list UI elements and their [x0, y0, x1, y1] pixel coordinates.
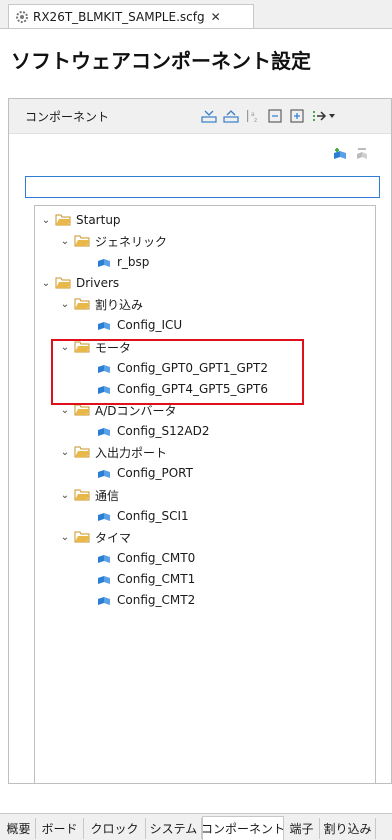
tab-label: クロック	[90, 822, 139, 836]
tree-label: Config_S12AD2	[117, 424, 210, 438]
tab-label: ボード	[41, 822, 78, 836]
chevron-down-icon[interactable]: ⌄	[41, 278, 51, 289]
add-component-icon[interactable]	[332, 147, 348, 161]
tree-label: 入出力ポート	[95, 445, 168, 460]
tab-overview[interactable]: 概要	[2, 818, 36, 839]
component-icon	[98, 470, 110, 478]
tree-folder-interrupt[interactable]: ⌄ 割り込み	[60, 294, 143, 314]
tree-label: Drivers	[76, 276, 120, 290]
tab-components[interactable]: コンポーネント	[201, 816, 286, 840]
tab-label: システム	[149, 822, 198, 836]
tab-system[interactable]: システム	[146, 818, 202, 839]
tree-label: 割り込み	[95, 297, 144, 312]
tree-folder-timer[interactable]: ⌄ タイマ	[60, 527, 131, 547]
editor-tab-bar: RX26T_BLMKIT_SAMPLE.scfg ✕	[0, 0, 392, 29]
search-field[interactable]	[26, 178, 379, 198]
tree-label: Config_SCI1	[117, 509, 189, 523]
folder-icon	[55, 277, 71, 289]
chevron-down-icon[interactable]: ⌄	[60, 532, 70, 543]
tree-folder-comm[interactable]: ⌄ 通信	[60, 485, 119, 505]
collapse-icon[interactable]	[267, 109, 283, 123]
folder-icon	[74, 531, 90, 543]
tree-label: Config_ICU	[117, 318, 183, 332]
folder-icon	[55, 214, 71, 226]
remove-component-icon[interactable]	[354, 147, 370, 161]
tree-label: Config_CMT2	[117, 593, 196, 607]
highlight-box	[51, 339, 304, 405]
tab-pins[interactable]: 端子	[284, 818, 320, 839]
tab-label: 端子	[289, 822, 314, 836]
tree-component-config-s12ad2[interactable]: Config_S12AD2	[96, 421, 209, 441]
chevron-down-icon[interactable]: ⌄	[60, 236, 70, 247]
tree-component-config-cmt1[interactable]: Config_CMT1	[96, 569, 195, 589]
svg-text:z: z	[254, 117, 257, 123]
tree-label: Config_CMT1	[117, 572, 196, 586]
component-icon	[98, 428, 110, 436]
tree-label: Config_CMT0	[117, 551, 196, 565]
tree-component-r-bsp[interactable]: r_bsp	[96, 252, 149, 272]
tab-board[interactable]: ボード	[36, 818, 84, 839]
tree-component-config-port[interactable]: Config_PORT	[96, 463, 193, 483]
tree-folder-startup[interactable]: ⌄ Startup	[41, 210, 121, 230]
folder-icon	[74, 446, 90, 458]
tab-label: 概要	[6, 822, 31, 836]
tree-component-config-icu[interactable]: Config_ICU	[96, 315, 182, 335]
bottom-tab-strip: 概要 ボード クロック システム コンポーネント 端子 割り込み	[0, 813, 392, 840]
folder-icon	[74, 489, 90, 501]
tree-label: タイマ	[95, 530, 132, 545]
chevron-down-icon[interactable]: ⌄	[60, 447, 70, 458]
tree-label: r_bsp	[117, 255, 150, 269]
tree-component-config-sci1[interactable]: Config_SCI1	[96, 506, 189, 526]
search-input[interactable]	[25, 176, 380, 198]
tree-label: ジェネリック	[95, 234, 168, 249]
collapse-all-icon[interactable]	[201, 109, 217, 123]
component-icon	[98, 513, 110, 521]
tree-component-config-cmt0[interactable]: Config_CMT0	[96, 548, 195, 568]
close-icon[interactable]: ✕	[211, 10, 221, 24]
chevron-down-icon[interactable]: ⌄	[41, 215, 51, 226]
component-tree[interactable]: ⌄ Startup ⌄ ジェネリック r_bsp ⌄ Drivers ⌄ 割り込…	[34, 205, 376, 784]
tree-component-config-cmt2[interactable]: Config_CMT2	[96, 590, 195, 610]
panel-header: コンポーネント a z	[9, 99, 391, 134]
tree-label: Startup	[76, 213, 121, 227]
expand-icon[interactable]	[289, 109, 305, 123]
tab-label: 割り込み	[323, 822, 372, 836]
tree-folder-drivers[interactable]: ⌄ Drivers	[41, 273, 119, 293]
page-title: ソフトウェアコンポーネント設定	[11, 49, 311, 73]
component-icon	[98, 597, 110, 605]
editor-tab[interactable]: RX26T_BLMKIT_SAMPLE.scfg ✕	[8, 4, 254, 28]
view-menu-icon[interactable]	[311, 109, 335, 123]
tree-label: 通信	[95, 488, 120, 503]
folder-icon	[74, 298, 90, 310]
component-icon	[98, 322, 110, 330]
component-icon	[98, 555, 110, 563]
folder-icon	[74, 404, 90, 416]
tree-folder-io-port[interactable]: ⌄ 入出力ポート	[60, 442, 167, 462]
chevron-down-icon[interactable]: ⌄	[60, 490, 70, 501]
tree-label: Config_PORT	[117, 466, 193, 480]
tree-folder-generic[interactable]: ⌄ ジェネリック	[60, 231, 167, 251]
chevron-down-icon[interactable]: ⌄	[60, 405, 70, 416]
panel-label: コンポーネント	[25, 110, 110, 124]
component-icon	[98, 576, 110, 584]
sort-icon[interactable]: a z	[245, 109, 261, 123]
component-icon	[98, 259, 110, 267]
folder-icon	[74, 235, 90, 247]
editor-tab-title: RX26T_BLMKIT_SAMPLE.scfg	[33, 9, 205, 24]
tab-interrupts[interactable]: 割り込み	[320, 818, 376, 839]
chevron-down-icon[interactable]: ⌄	[60, 299, 70, 310]
expand-all-icon[interactable]	[223, 109, 239, 123]
tab-clock[interactable]: クロック	[84, 818, 146, 839]
gear-icon	[16, 10, 28, 23]
tab-label: コンポーネント	[201, 822, 286, 836]
